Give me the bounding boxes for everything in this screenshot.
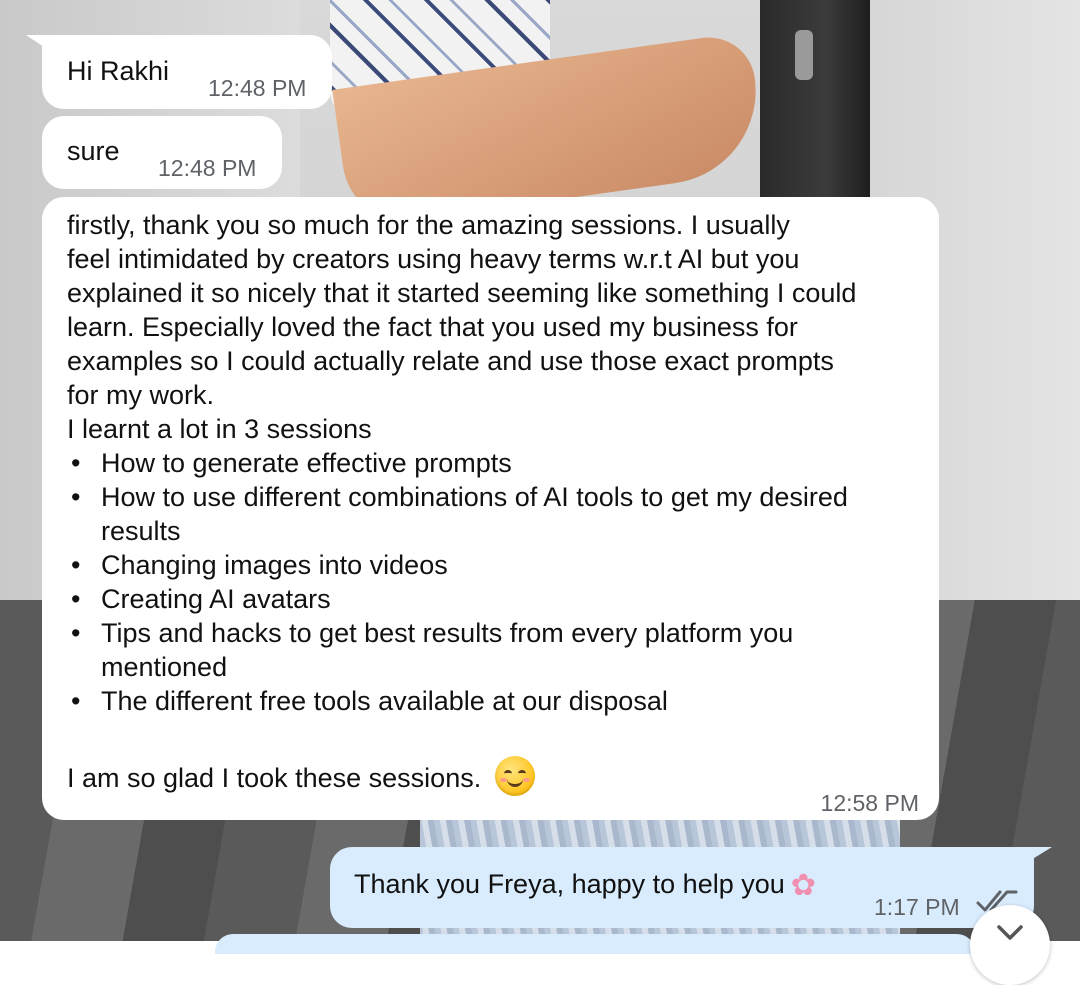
message-text: Thank you Freya, happy to help you	[354, 869, 785, 899]
message-text: Hi Rakhi	[67, 56, 170, 86]
bubble-tail	[1026, 847, 1052, 863]
message-text: sure	[67, 136, 120, 166]
message-timestamp: 12:48 PM	[208, 75, 307, 101]
bullet-item: How to use different combinations of AI …	[67, 480, 848, 548]
cherry-blossom-emoji-icon: ✿	[790, 868, 816, 902]
bullet-item: Creating AI avatars	[67, 582, 848, 616]
message-line: feel intimidated by creators using heavy…	[67, 244, 800, 274]
closing-text: I am so glad I took these sessions.	[67, 763, 482, 794]
bullet-item: How to generate effective prompts	[67, 446, 848, 480]
message-bubble-outgoing-partial[interactable]	[215, 934, 975, 954]
message-timestamp: 1:17 PM	[874, 894, 960, 920]
message-bubble-incoming-long[interactable]: firstly, thank you so much for the amazi…	[42, 197, 939, 820]
message-bubble-incoming[interactable]: sure 12:48 PM	[42, 116, 282, 189]
chat-thread: Hi Rakhi 12:48 PM sure 12:48 PM firstly,…	[0, 0, 1080, 985]
bullet-list: How to generate effective prompts How to…	[67, 446, 848, 718]
message-bubble-outgoing[interactable]: Thank you Freya, happy to help you ✿ 1:17…	[330, 847, 1052, 928]
message-line: examples so I could actually relate and …	[67, 346, 834, 376]
bullet-item: The different free tools available at ou…	[67, 684, 848, 718]
message-timestamp: 12:58 PM	[820, 790, 919, 816]
message-line: I learnt a lot in 3 sessions	[67, 414, 372, 444]
emoji-smile	[506, 776, 523, 787]
message-line: for my work.	[67, 380, 215, 410]
scroll-to-bottom-button[interactable]	[970, 905, 1050, 985]
smiling-face-emoji-icon	[494, 756, 535, 796]
bullet-item: Changing images into videos	[67, 548, 848, 582]
bubble-tail	[26, 35, 50, 51]
message-line: firstly, thank you so much for the amazi…	[67, 210, 790, 240]
message-line: explained it so nicely that it started s…	[67, 278, 857, 308]
emoji-blush	[522, 778, 530, 782]
message-closing-line: I am so glad I took these sessions.	[67, 756, 535, 800]
message-text-wrap: Thank you Freya, happy to help you ✿	[354, 867, 816, 903]
emoji-blush	[499, 778, 507, 782]
message-bubble-incoming[interactable]: Hi Rakhi 12:48 PM	[26, 35, 332, 109]
message-line: learn. Especially loved the fact that yo…	[67, 312, 798, 342]
message-timestamp: 12:48 PM	[158, 155, 257, 181]
bullet-item: Tips and hacks to get best results from …	[67, 616, 848, 684]
chevron-down-icon	[997, 925, 1023, 940]
message-paragraph: firstly, thank you so much for the amazi…	[67, 208, 927, 446]
